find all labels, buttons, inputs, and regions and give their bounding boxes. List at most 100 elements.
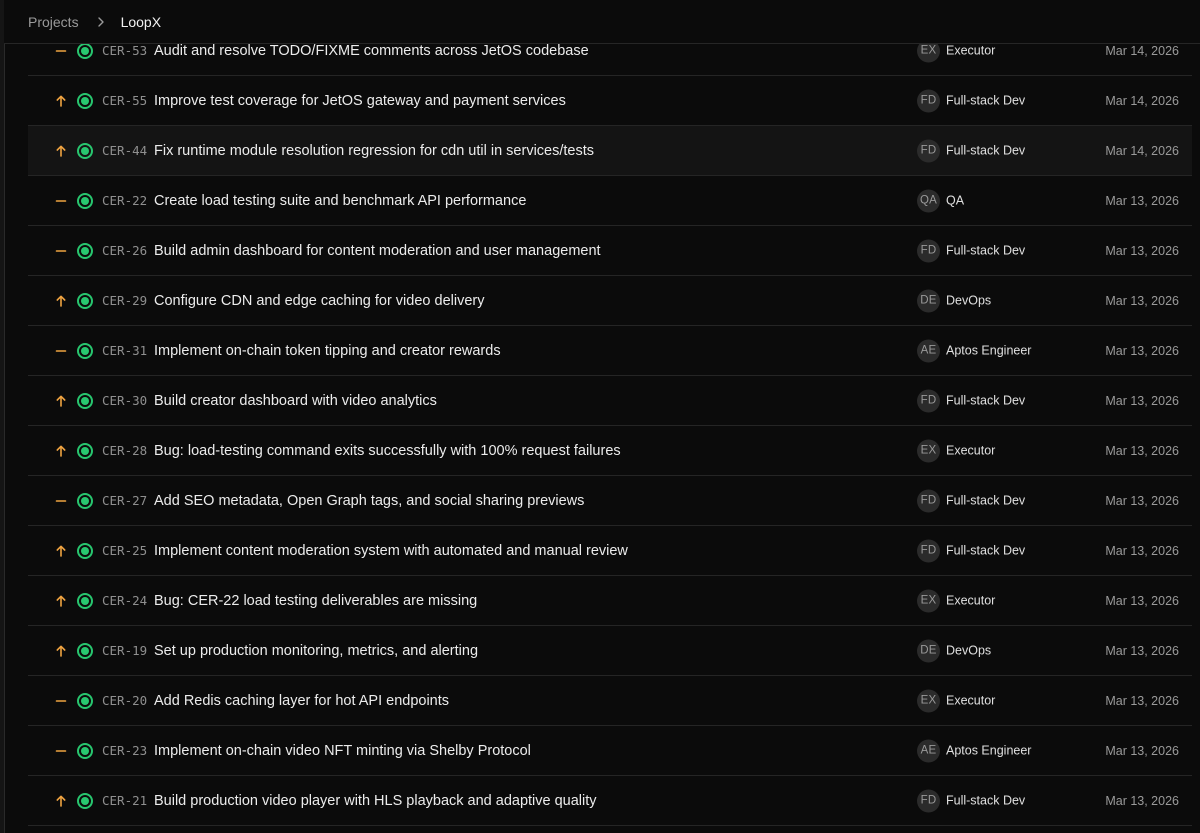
arrow-up-icon[interactable] xyxy=(55,444,67,458)
issue-key: CER-27 xyxy=(102,493,148,508)
dash-icon[interactable] xyxy=(55,344,67,358)
status-dot xyxy=(81,246,89,255)
status-circle-icon[interactable] xyxy=(77,142,93,159)
issue-title[interactable]: Bug: load-testing command exits successf… xyxy=(154,443,621,459)
issue-row[interactable]: CER-30 Build creator dashboard with vide… xyxy=(28,376,1192,426)
issue-row[interactable]: CER-22 Create load testing suite and ben… xyxy=(28,176,1192,226)
assignee[interactable]: FD Full-stack Dev xyxy=(917,389,1025,412)
issue-row[interactable]: CER-19 Set up production monitoring, met… xyxy=(28,626,1192,676)
issue-row[interactable]: CER-24 Bug: CER-22 load testing delivera… xyxy=(28,576,1192,626)
status-circle-icon[interactable] xyxy=(77,642,93,659)
issue-title[interactable]: Implement on-chain video NFT minting via… xyxy=(154,743,531,759)
assignee-name: Full-stack Dev xyxy=(946,543,1026,558)
breadcrumb-current-project[interactable]: LoopX xyxy=(121,15,161,29)
status-circle-icon[interactable] xyxy=(77,692,93,709)
header-bar: Projects LoopX xyxy=(4,0,1200,44)
issue-row[interactable]: CER-44 Fix runtime module resolution reg… xyxy=(28,126,1192,176)
assignee[interactable]: DE DevOps xyxy=(917,639,991,662)
status-circle-icon[interactable] xyxy=(77,392,93,409)
assignee[interactable]: EX Executor xyxy=(917,439,995,462)
issue-date: Mar 13, 2026 xyxy=(1105,643,1179,658)
status-circle-icon[interactable] xyxy=(77,492,93,509)
issue-title[interactable]: Configure CDN and edge caching for video… xyxy=(154,293,484,309)
issue-title[interactable]: Create load testing suite and benchmark … xyxy=(154,193,526,209)
arrow-up-icon[interactable] xyxy=(55,644,67,658)
dash-icon[interactable] xyxy=(55,694,67,708)
assignee[interactable]: AE Aptos Engineer xyxy=(917,339,1031,362)
arrow-up-icon[interactable] xyxy=(55,544,67,558)
breadcrumb-projects[interactable]: Projects xyxy=(28,15,79,29)
issue-date: Mar 13, 2026 xyxy=(1105,393,1179,408)
issue-title[interactable]: Set up production monitoring, metrics, a… xyxy=(154,643,478,659)
arrow-up-icon[interactable] xyxy=(55,594,67,608)
issue-key: CER-53 xyxy=(102,43,148,58)
assignee[interactable]: AE Aptos Engineer xyxy=(917,739,1031,762)
status-dot xyxy=(81,396,89,405)
status-circle-icon[interactable] xyxy=(77,292,93,309)
status-circle-icon[interactable] xyxy=(77,192,93,209)
status-circle-icon[interactable] xyxy=(77,592,93,609)
issue-row[interactable]: CER-20 Add Redis caching layer for hot A… xyxy=(28,676,1192,726)
issue-title[interactable]: Implement on-chain token tipping and cre… xyxy=(154,343,501,359)
dash-icon[interactable] xyxy=(55,194,67,208)
issue-key: CER-28 xyxy=(102,443,148,458)
issue-key: CER-44 xyxy=(102,143,148,158)
assignee[interactable]: EX Executor xyxy=(917,689,995,712)
issue-title[interactable]: Fix runtime module resolution regression… xyxy=(154,143,594,159)
status-circle-icon[interactable] xyxy=(77,42,93,59)
status-dot xyxy=(81,596,89,605)
dash-icon[interactable] xyxy=(55,494,67,508)
assignee[interactable]: EX Executor xyxy=(917,589,995,612)
arrow-up-icon[interactable] xyxy=(55,794,67,808)
arrow-up-icon[interactable] xyxy=(55,144,67,158)
issue-title[interactable]: Build production video player with HLS p… xyxy=(154,793,597,809)
issue-key: CER-30 xyxy=(102,393,148,408)
issue-row[interactable]: CER-29 Configure CDN and edge caching fo… xyxy=(28,276,1192,326)
status-circle-icon[interactable] xyxy=(77,92,93,109)
issue-row[interactable]: CER-27 Add SEO metadata, Open Graph tags… xyxy=(28,476,1192,526)
issue-row[interactable]: CER-28 Bug: load-testing command exits s… xyxy=(28,426,1192,476)
assignee[interactable]: FD Full-stack Dev xyxy=(917,89,1025,112)
issue-title[interactable]: Improve test coverage for JetOS gateway … xyxy=(154,93,566,109)
status-dot xyxy=(81,346,89,355)
status-circle-icon[interactable] xyxy=(77,542,93,559)
status-circle-icon[interactable] xyxy=(77,742,93,759)
issue-row[interactable]: CER-25 Implement content moderation syst… xyxy=(28,526,1192,576)
dash-icon[interactable] xyxy=(55,44,67,58)
issue-title[interactable]: Bug: CER-22 load testing deliverables ar… xyxy=(154,593,477,609)
dash-icon[interactable] xyxy=(55,244,67,258)
dash-icon[interactable] xyxy=(55,744,67,758)
issue-row[interactable]: CER-31 Implement on-chain token tipping … xyxy=(28,326,1192,376)
assignee-name: Full-stack Dev xyxy=(946,93,1026,108)
issue-title[interactable]: Audit and resolve TODO/FIXME comments ac… xyxy=(154,43,589,59)
arrow-up-icon[interactable] xyxy=(55,294,67,308)
status-circle-icon[interactable] xyxy=(77,342,93,359)
issue-title[interactable]: Add SEO metadata, Open Graph tags, and s… xyxy=(154,493,584,509)
issue-row[interactable]: CER-55 Improve test coverage for JetOS g… xyxy=(28,76,1192,126)
issue-title[interactable]: Implement content moderation system with… xyxy=(154,543,628,559)
assignee[interactable]: FD Full-stack Dev xyxy=(917,239,1025,262)
assignee[interactable]: FD Full-stack Dev xyxy=(917,789,1025,812)
assignee[interactable]: DE DevOps xyxy=(917,289,991,312)
assignee-name: Executor xyxy=(946,43,996,58)
status-circle-icon[interactable] xyxy=(77,442,93,459)
status-circle-icon[interactable] xyxy=(77,792,93,809)
issue-title[interactable]: Build admin dashboard for content modera… xyxy=(154,243,601,259)
issue-row[interactable]: CER-26 Build admin dashboard for content… xyxy=(28,226,1192,276)
assignee[interactable]: FD Full-stack Dev xyxy=(917,489,1025,512)
arrow-up-icon[interactable] xyxy=(55,94,67,108)
issue-date: Mar 13, 2026 xyxy=(1105,443,1179,458)
issue-row[interactable]: CER-23 Implement on-chain video NFT mint… xyxy=(28,726,1192,776)
assignee[interactable]: QA QA xyxy=(917,189,964,212)
status-dot xyxy=(81,296,89,305)
arrow-up-icon[interactable] xyxy=(55,394,67,408)
issue-title[interactable]: Add Redis caching layer for hot API endp… xyxy=(154,693,449,709)
status-circle-icon[interactable] xyxy=(77,242,93,259)
assignee-name: Executor xyxy=(946,593,996,608)
issue-key: CER-29 xyxy=(102,293,148,308)
assignee[interactable]: FD Full-stack Dev xyxy=(917,539,1025,562)
issue-row[interactable]: CER-21 Build production video player wit… xyxy=(28,776,1192,826)
issue-key: CER-19 xyxy=(102,643,148,658)
assignee[interactable]: FD Full-stack Dev xyxy=(917,139,1025,162)
issue-title[interactable]: Build creator dashboard with video analy… xyxy=(154,393,437,409)
